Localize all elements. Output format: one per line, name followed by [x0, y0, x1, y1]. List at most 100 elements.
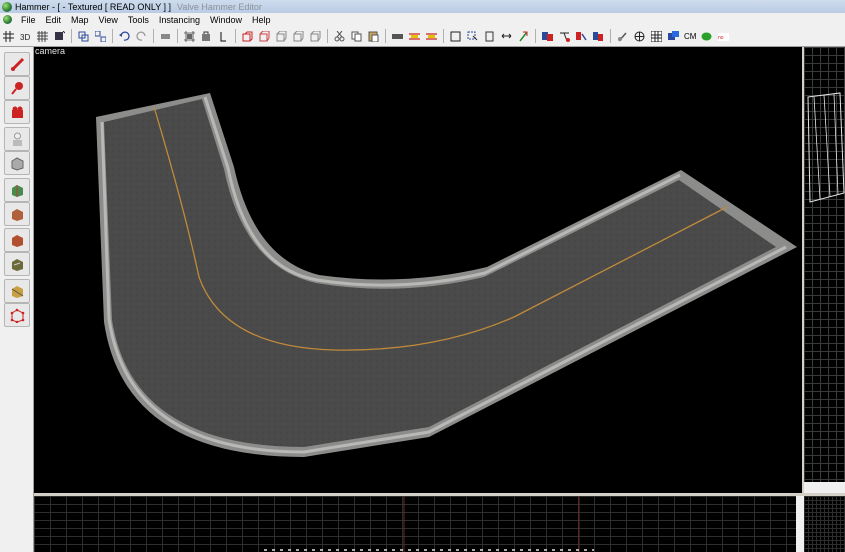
hide-unselected-icon[interactable] [425, 30, 438, 43]
right-viewport-scrollbar[interactable] [804, 482, 845, 493]
toolbar-separator [153, 29, 154, 43]
decal-tool[interactable] [4, 228, 30, 252]
texture-icon [11, 184, 23, 197]
road-render [96, 93, 797, 457]
viewport-wireframe-bottom [264, 496, 594, 552]
menu-bar: File Edit Map View Tools Instancing Wind… [0, 13, 845, 26]
cube-copy-icon[interactable] [275, 30, 288, 43]
flip-horizontal-icon[interactable] [500, 30, 513, 43]
sphere-icon[interactable] [633, 30, 646, 43]
selection-tool[interactable] [4, 52, 30, 76]
camera-viewport-label: camera [35, 47, 66, 56]
toggle-helpers-icon[interactable] [217, 30, 230, 43]
menu-view[interactable]: View [94, 15, 123, 25]
pointer-icon [10, 57, 24, 71]
paste-icon[interactable] [367, 30, 380, 43]
vertex-tool[interactable] [4, 303, 30, 327]
tool-palette [0, 47, 34, 552]
models-icon[interactable] [667, 30, 680, 43]
menu-tools[interactable]: Tools [123, 15, 154, 25]
select-box-icon[interactable] [449, 30, 462, 43]
side-viewport[interactable] [804, 496, 845, 552]
3d-grid-icon[interactable]: 3D [19, 30, 32, 43]
cut-icon[interactable] [333, 30, 346, 43]
grid-smaller-icon[interactable] [36, 30, 49, 43]
cordon-icon[interactable] [241, 30, 254, 43]
cube-icon[interactable] [258, 30, 271, 43]
menu-help[interactable]: Help [247, 15, 276, 25]
bottom-viewport-scrollbar[interactable] [796, 496, 804, 552]
select-pointer-icon[interactable] [466, 30, 479, 43]
carve-icon[interactable] [159, 30, 172, 43]
flip-vertical-icon[interactable] [517, 30, 530, 43]
block-tool[interactable] [4, 151, 30, 175]
entity-report-icon[interactable] [541, 30, 554, 43]
viewport-wireframe [807, 92, 845, 203]
menu-edit[interactable]: Edit [41, 15, 67, 25]
copy-icon[interactable] [350, 30, 363, 43]
menu-window[interactable]: Window [205, 15, 247, 25]
solid-faces-icon[interactable] [391, 30, 404, 43]
cube-outline-icon[interactable] [309, 30, 322, 43]
ungroup-icon[interactable] [94, 30, 107, 43]
no-draw-icon[interactable]: no [717, 30, 730, 43]
hollow-icon[interactable] [183, 30, 196, 43]
toolbar-separator [235, 29, 236, 43]
toolbar-separator [112, 29, 113, 43]
svg-text:no: no [718, 35, 724, 41]
hammer-app-icon [2, 1, 12, 12]
toolbar-separator [385, 29, 386, 43]
magnify-tool[interactable] [4, 76, 30, 100]
main-toolbar: 3D CM no [0, 26, 845, 47]
toolbar-separator [535, 29, 536, 43]
decal-icon [11, 234, 23, 247]
clip-icon [11, 285, 23, 298]
texture-lock-icon[interactable] [200, 30, 213, 43]
menu-file[interactable]: File [16, 15, 41, 25]
entity-properties-icon[interactable] [592, 30, 605, 43]
vertex-icon [10, 308, 24, 323]
toolbar-separator [443, 29, 444, 43]
svg-text:3D: 3D [20, 33, 30, 42]
check-problems-icon[interactable] [558, 30, 571, 43]
toolbar-separator [71, 29, 72, 43]
menu-instancing[interactable]: Instancing [154, 15, 205, 25]
select-tool-icon[interactable] [483, 30, 496, 43]
front-viewport[interactable] [34, 496, 796, 552]
grid-texture-icon[interactable] [650, 30, 663, 43]
top-viewport[interactable] [804, 47, 845, 493]
window-title: Hammer - [ - Textured [ READ ONLY ] ] [15, 1, 172, 12]
brush-icon[interactable] [616, 30, 629, 43]
hide-selected-icon[interactable] [408, 30, 421, 43]
group-icon[interactable] [77, 30, 90, 43]
toolbar-separator [177, 29, 178, 43]
title-bar: Hammer - [ - Textured [ READ ONLY ] ] Va… [0, 0, 845, 13]
window-title-extra: Valve Hammer Editor [177, 1, 262, 12]
clipping-tool[interactable] [4, 279, 30, 303]
leaf-icon[interactable] [700, 30, 713, 43]
cube-paste-icon[interactable] [292, 30, 305, 43]
grid-toggle-icon[interactable] [2, 30, 15, 43]
apply-current-texture-tool[interactable] [4, 202, 30, 226]
entity-icon [12, 132, 22, 146]
camera-viewport[interactable]: camera [34, 47, 802, 493]
road-asphalt [104, 99, 776, 447]
document-icon[interactable] [3, 15, 12, 24]
magnify-icon [10, 81, 23, 95]
texture-application-tool[interactable] [4, 178, 30, 202]
overlay-icon [11, 258, 23, 271]
toolbar-separator [327, 29, 328, 43]
grid-larger-icon[interactable] [53, 30, 66, 43]
menu-map[interactable]: Map [66, 15, 94, 25]
cm-button[interactable]: CM [684, 32, 696, 41]
camera-tool[interactable] [4, 100, 30, 124]
camera-icon [11, 106, 23, 118]
overlay-tool[interactable] [4, 252, 30, 276]
redo-icon[interactable] [135, 30, 148, 43]
block-icon [11, 156, 23, 171]
undo-icon[interactable] [118, 30, 131, 43]
apply-texture-icon [11, 208, 23, 221]
map-properties-icon[interactable] [575, 30, 588, 43]
entity-tool[interactable] [4, 127, 30, 151]
toolbar-separator [610, 29, 611, 43]
